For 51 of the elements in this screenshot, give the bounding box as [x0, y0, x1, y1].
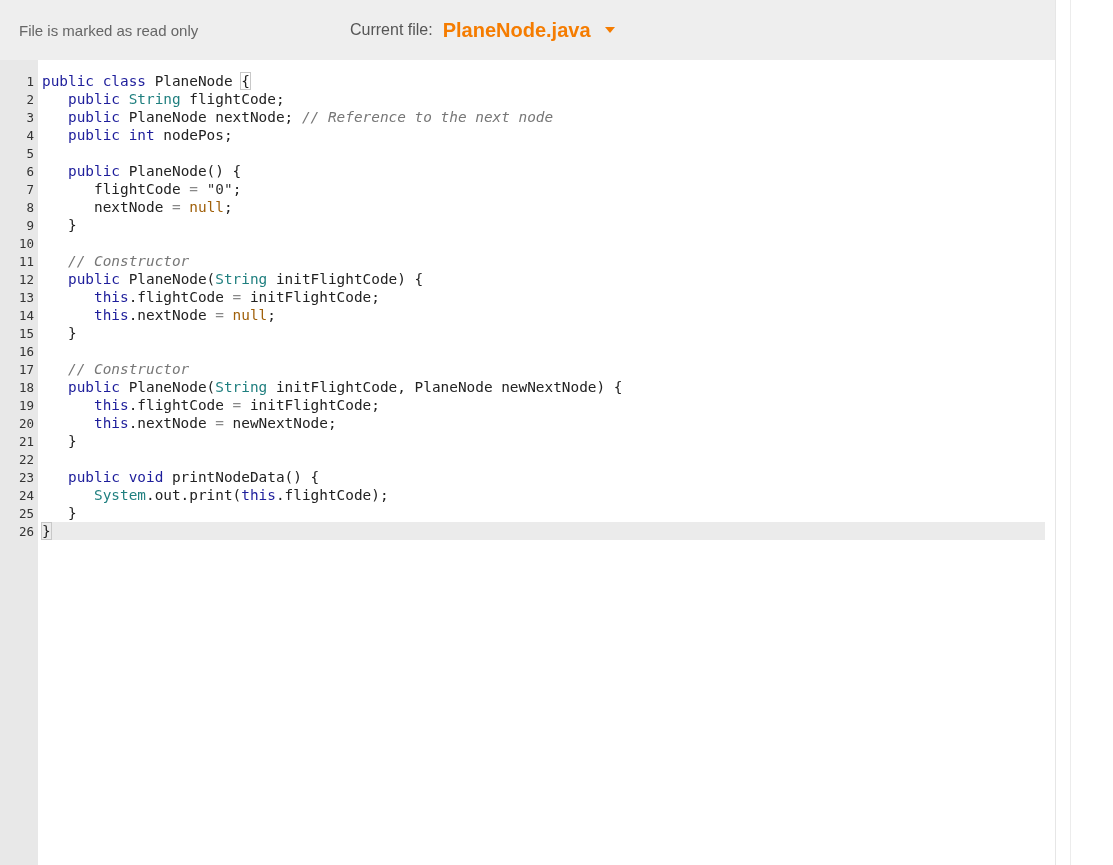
line-number: 7 [25, 181, 35, 197]
line-number: 20 [17, 415, 35, 431]
line-number: 2 [25, 91, 35, 107]
line-number: 1 [25, 73, 35, 89]
code-line: nextNode = null; [92, 198, 234, 216]
line-number: 9 [25, 217, 35, 233]
code-line: flightCode = "0"; [92, 180, 243, 198]
line-number: 4 [25, 127, 35, 143]
line-number: 19 [17, 397, 35, 413]
code-line: public class PlaneNode { [42, 72, 251, 90]
line-number: 8 [25, 199, 35, 215]
code-line: } [67, 216, 78, 234]
line-number: 3 [25, 109, 35, 125]
line-number: 11 [17, 253, 35, 269]
code-line: public void printNodeData() { [67, 468, 321, 486]
code-line: public PlaneNode nextNode; // Reference to the next node [67, 108, 555, 126]
code-line: public int nodePos; [67, 126, 234, 144]
code-line: } [67, 432, 78, 450]
code-line: public String flightCode; [67, 90, 286, 108]
code-line: this.nextNode = newNextNode; [92, 414, 338, 432]
line-number: 21 [17, 433, 35, 449]
code-line: this.nextNode = null; [92, 306, 277, 324]
line-number: 24 [17, 487, 35, 503]
code-line: public PlaneNode(String initFlightCode) { [67, 270, 425, 288]
line-number: 10 [17, 235, 35, 251]
line-number: 13 [17, 289, 35, 305]
dropdown-caret-icon[interactable] [604, 27, 615, 33]
file-label: Current file: [350, 21, 433, 39]
line-number: 5 [25, 145, 35, 161]
read-only-notice: File is marked as read only [19, 21, 200, 39]
code-line: this.flightCode = initFlightCode; [92, 396, 381, 414]
code-line: public PlaneNode(String initFlightCode, PlaneNode newNextNode) { [67, 378, 624, 396]
line-number: 22 [17, 451, 35, 467]
code-line: public PlaneNode() { [67, 162, 243, 180]
line-number: 16 [17, 343, 35, 359]
line-number: 26 [17, 523, 35, 539]
line-number: 25 [17, 505, 35, 521]
file-name[interactable]: PlaneNode.java [442, 18, 591, 42]
code-line: System.out.print(this.flightCode); [92, 486, 390, 504]
code-line: } [67, 504, 78, 522]
line-number: 14 [17, 307, 35, 323]
code-line: } [67, 324, 78, 342]
line-number: 23 [17, 469, 35, 485]
line-number: 15 [17, 325, 35, 341]
line-number: 12 [17, 271, 35, 287]
line-number: 6 [25, 163, 35, 179]
line-number: 17 [17, 361, 35, 377]
code-line: // Constructor [67, 252, 191, 270]
line-number: 18 [17, 379, 35, 395]
code-line: this.flightCode = initFlightCode; [92, 288, 381, 306]
code-line: // Constructor [67, 360, 191, 378]
